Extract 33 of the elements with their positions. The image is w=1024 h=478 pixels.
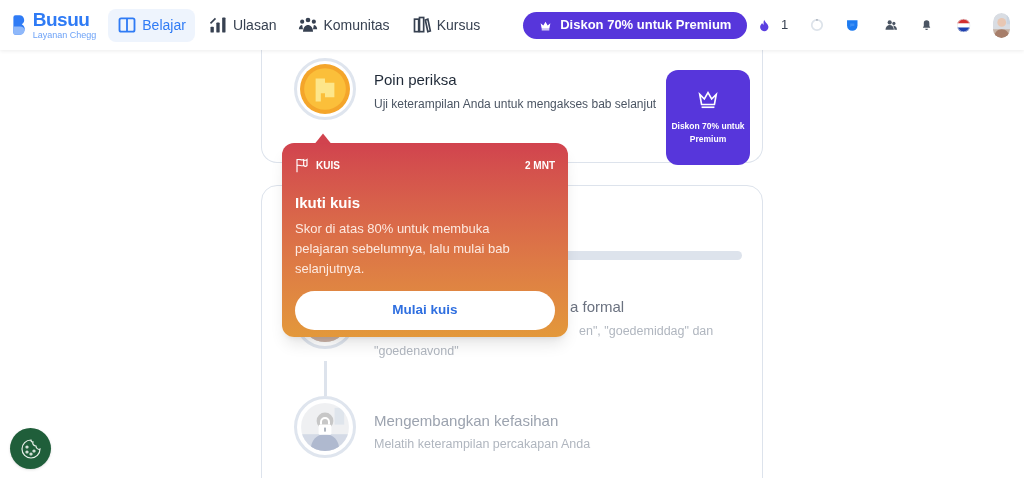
brand-name: Busuu [32,10,91,29]
lesson-subtitle: en", "goedemiddag" dan [579,322,714,340]
nav-tab[interactable]: Kursus [402,8,490,42]
book-icon [117,15,138,35]
lock-icon [317,416,333,436]
popover-arrow [315,133,331,144]
cookie-settings-button[interactable] [10,428,51,469]
nav-tab[interactable]: Ulasan [198,8,286,42]
quiz-duration: 2 MNT [525,159,555,173]
books-icon [411,15,432,35]
bar-chart-icon [207,15,228,35]
user-avatar[interactable] [992,12,1010,38]
premium-card-text: Diskon 70% untuk Premium [670,120,746,146]
quiz-title: Ikuti kuis [295,193,362,213]
checkpoint-subtitle: Uji keterampilan Anda untuk mengakses bab selanjut [374,95,657,113]
lesson-title: a formal [570,297,626,317]
lesson-subtitle: "goedenavond" [374,343,460,361]
cookie-icon [18,436,43,461]
people-icon [298,15,319,35]
brand-tagline: Layanan Chegg [32,31,97,40]
nav-tab[interactable]: Komunitas [289,8,399,42]
premium-button[interactable]: Diskon 70% untuk Premium [523,11,748,39]
quiz-description: Skor di atas 80% untuk membuka pelajaran sebelumnya, lalu mulai bab selanjutnya. [295,219,511,278]
lesson-title: Mengembangkan kefasihan [374,411,560,431]
flag-badge-icon [300,64,350,114]
streak-count: 1 [780,16,789,35]
nav-tab[interactable]: Belajar [108,8,195,42]
premium-card[interactable]: Diskon 70% untuk Premium [666,70,750,165]
checkpoint-title: Poin periksa [374,70,458,90]
start-quiz-button[interactable]: Mulai kuis [295,290,555,330]
quiz-tag: KUIS [316,158,340,173]
flag-icon [295,158,309,173]
lesson-subtitle: Melatih keterampilan percakapan Anda [374,435,591,453]
